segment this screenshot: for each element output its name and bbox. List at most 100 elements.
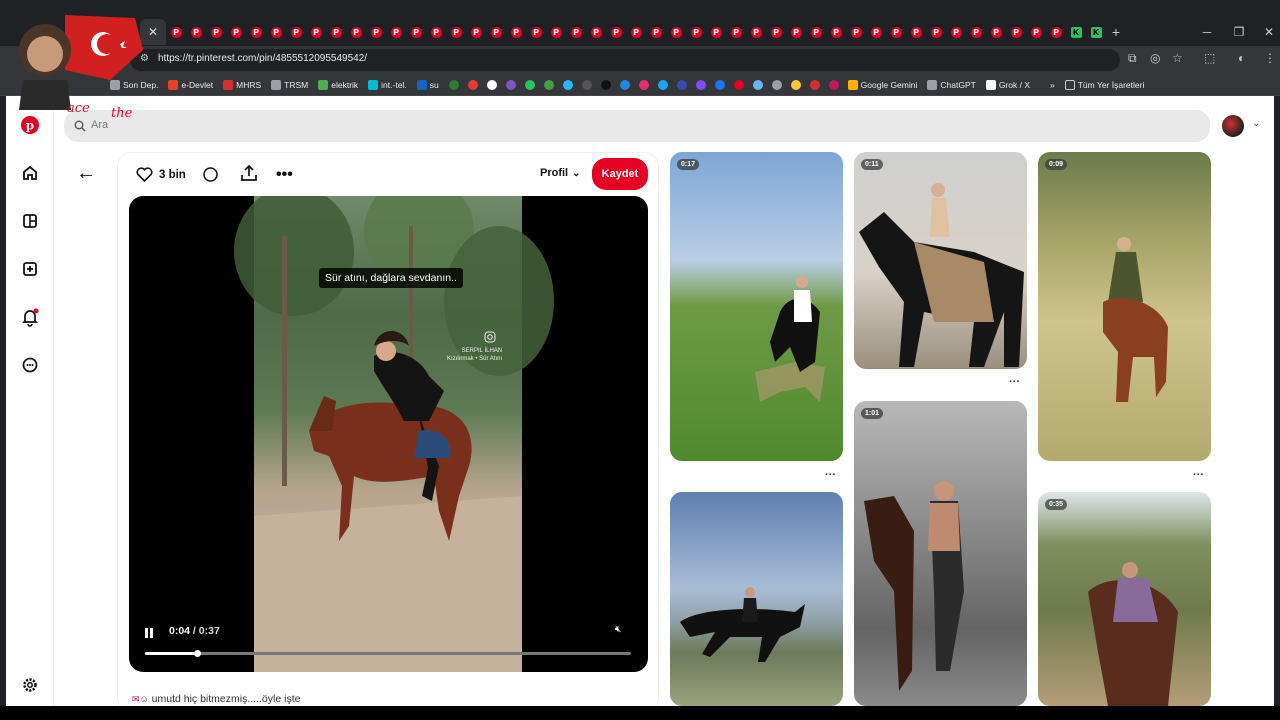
pinterest-tab[interactable]: P [766, 18, 786, 46]
bookmark-icon[interactable] [657, 79, 668, 90]
pinterest-tab[interactable]: P [886, 18, 906, 46]
bookmark-icon[interactable] [790, 79, 801, 90]
pinterest-tab[interactable]: P [1006, 18, 1026, 46]
pinterest-tab[interactable]: P [246, 18, 266, 46]
pin-tile[interactable]: 1:01 [854, 401, 1027, 706]
pinterest-tab[interactable]: P [586, 18, 606, 46]
user-avatar[interactable] [1222, 115, 1244, 137]
eye-off-icon[interactable]: ◎ [1150, 51, 1160, 65]
bookmark-icon[interactable] [600, 79, 611, 90]
settings-icon[interactable] [19, 674, 41, 696]
pinterest-tab[interactable]: P [566, 18, 586, 46]
bookmark-item[interactable]: Grok / X [985, 79, 1030, 90]
pinterest-tab[interactable]: P [346, 18, 366, 46]
pinterest-tab[interactable]: P [406, 18, 426, 46]
new-tab-icon[interactable]: + [1106, 18, 1126, 46]
pinterest-tab[interactable]: P [226, 18, 246, 46]
video-player[interactable]: Sür atını, dağlara sevdanın.. SERPIL İLH… [129, 196, 648, 672]
comment-icon[interactable] [202, 166, 219, 183]
search-input[interactable]: Ara [64, 110, 1210, 142]
bookmark-icon[interactable] [809, 79, 820, 90]
boards-icon[interactable] [19, 210, 41, 232]
pinterest-tab[interactable]: P [506, 18, 526, 46]
pinterest-tab[interactable]: P [386, 18, 406, 46]
mute-icon[interactable]: 🔇︎ [615, 624, 621, 635]
pinterest-tab[interactable]: P [366, 18, 386, 46]
notifications-icon[interactable] [19, 306, 41, 328]
bookmark-item[interactable]: int.-tel. [368, 79, 407, 90]
minimize-button[interactable]: ─ [1192, 18, 1222, 46]
menu-icon[interactable]: ⋮ [1264, 51, 1276, 65]
bookmark-item[interactable]: su [416, 79, 439, 90]
bookmark-icon[interactable] [676, 79, 687, 90]
bookmark-item[interactable]: ChatGPT [927, 79, 976, 90]
bookmark-item[interactable]: TRSM [271, 79, 308, 90]
bookmark-icon[interactable] [695, 79, 706, 90]
pinterest-tab[interactable]: P [646, 18, 666, 46]
pinterest-tab[interactable]: P [926, 18, 946, 46]
create-icon[interactable] [19, 258, 41, 280]
address-bar[interactable]: ⚙ https://tr.pinterest.com/pin/485551209… [130, 49, 1120, 71]
pause-icon[interactable] [145, 625, 155, 638]
bookmark-icon[interactable] [638, 79, 649, 90]
k-site-tab[interactable]: K [1066, 18, 1086, 46]
pinterest-tab[interactable]: P [546, 18, 566, 46]
restore-button[interactable]: ❐ [1224, 18, 1254, 46]
pinterest-tab[interactable]: P [846, 18, 866, 46]
pin-tile[interactable] [670, 492, 843, 706]
pinterest-tab[interactable]: P [626, 18, 646, 46]
bookmark-item[interactable]: Google Gemini [847, 79, 917, 90]
bookmark-item[interactable]: elektrik [318, 79, 358, 90]
like-button[interactable]: 3 bin [136, 167, 186, 182]
video-progress-bar[interactable] [145, 650, 631, 657]
pinterest-tab[interactable]: P [306, 18, 326, 46]
pinterest-tab[interactable]: P [206, 18, 226, 46]
home-icon[interactable] [19, 162, 41, 184]
extensions-icon[interactable]: ⬚ [1204, 51, 1215, 65]
bookmark-star-icon[interactable]: ☆ [1172, 51, 1183, 65]
save-button[interactable]: Kaydet [592, 158, 648, 190]
bookmark-item[interactable]: MHRS [223, 79, 261, 90]
pinterest-tab[interactable]: P [786, 18, 806, 46]
k-site-tab[interactable]: K [1086, 18, 1106, 46]
pinterest-tab[interactable]: P [746, 18, 766, 46]
bookmark-item[interactable]: e-Devlet [168, 79, 213, 90]
pinterest-tab[interactable]: P [526, 18, 546, 46]
account-chevron-down-icon[interactable]: ⌄ [1252, 118, 1260, 129]
bookmark-icon[interactable] [524, 79, 535, 90]
pin-tile[interactable]: 0:09 [1038, 152, 1211, 461]
pinterest-tab[interactable]: P [946, 18, 966, 46]
close-window-button[interactable]: ✕ [1254, 18, 1280, 46]
bookmark-icon[interactable] [543, 79, 554, 90]
pinterest-tab[interactable]: P [186, 18, 206, 46]
all-bookmarks-button[interactable]: Tüm Yer İşaretleri [1064, 79, 1144, 90]
pinterest-tab[interactable]: P [666, 18, 686, 46]
bookmark-icon[interactable] [752, 79, 763, 90]
pinterest-tab[interactable]: P [286, 18, 306, 46]
back-arrow-icon[interactable]: ← [76, 162, 96, 185]
pinterest-tab[interactable]: P [1046, 18, 1066, 46]
bookmark-icon[interactable] [714, 79, 725, 90]
messages-icon[interactable] [19, 354, 41, 376]
share-icon[interactable] [240, 164, 258, 182]
pinterest-tab[interactable]: P [466, 18, 486, 46]
pinterest-tab[interactable]: P [806, 18, 826, 46]
pinterest-tab[interactable]: P [726, 18, 746, 46]
bookmark-icon[interactable] [581, 79, 592, 90]
profile-dropdown[interactable]: Profil ⌄ [540, 167, 581, 179]
bookmark-icon[interactable] [448, 79, 459, 90]
pinterest-tab[interactable]: P [426, 18, 446, 46]
pinterest-tab[interactable]: P [986, 18, 1006, 46]
pin-tile[interactable]: 0:35 [1038, 492, 1211, 706]
pinterest-tab[interactable]: P [826, 18, 846, 46]
pinterest-tab[interactable]: P [1026, 18, 1046, 46]
pinterest-tab[interactable]: P [166, 18, 186, 46]
bookmark-icon[interactable] [486, 79, 497, 90]
bookmark-icon[interactable] [562, 79, 573, 90]
more-icon[interactable]: ··· [825, 469, 836, 481]
more-icon[interactable]: ··· [1009, 376, 1020, 388]
bookmark-icon[interactable] [828, 79, 839, 90]
bookmark-icon[interactable] [733, 79, 744, 90]
bookmark-icon[interactable] [619, 79, 630, 90]
more-options-icon[interactable]: ••• [276, 166, 293, 184]
